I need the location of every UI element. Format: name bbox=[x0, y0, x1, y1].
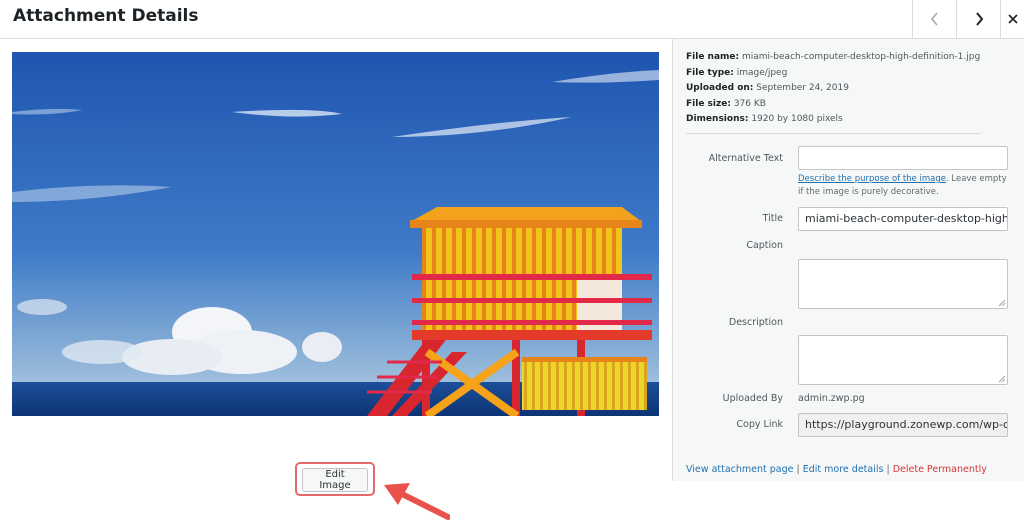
description-textarea[interactable] bbox=[798, 335, 1008, 385]
copy-link-input[interactable]: https://playground.zonewp.com/wp-co bbox=[798, 413, 1008, 437]
divider bbox=[686, 133, 981, 134]
preview-pane: Edit Image bbox=[0, 39, 672, 520]
file-size-row: File size: 376 KB bbox=[686, 98, 766, 109]
page-title: Attachment Details bbox=[13, 6, 199, 26]
dimensions: 1920 by 1080 pixels bbox=[751, 114, 843, 124]
edit-more-details-link[interactable]: Edit more details bbox=[803, 464, 884, 475]
caption-textarea[interactable] bbox=[798, 259, 1008, 309]
previous-button[interactable] bbox=[912, 0, 957, 38]
file-size: 376 KB bbox=[733, 98, 766, 109]
attachment-actions: View attachment page | Edit more details… bbox=[686, 464, 987, 475]
file-meta: File name: miami-beach-computer-desktop-… bbox=[686, 50, 980, 128]
close-icon bbox=[1008, 14, 1018, 24]
uploaded-on: September 24, 2019 bbox=[756, 83, 849, 93]
delete-permanently-link[interactable]: Delete Permanently bbox=[893, 464, 987, 475]
chevron-left-icon bbox=[930, 12, 938, 26]
file-name-row: File name: miami-beach-computer-desktop-… bbox=[686, 52, 981, 62]
file-name: miami-beach-computer-desktop-high-defini… bbox=[742, 52, 981, 62]
dimensions-row: Dimensions: 1920 by 1080 pixels bbox=[686, 114, 843, 124]
next-button[interactable] bbox=[956, 0, 1001, 38]
alt-text-label: Alternative Text bbox=[708, 153, 783, 164]
file-type: image/jpeg bbox=[736, 67, 788, 78]
copy-link-label: Copy Link bbox=[736, 419, 783, 430]
resize-grip-icon[interactable] bbox=[999, 376, 1005, 382]
attachment-image bbox=[12, 52, 659, 416]
modal-header: Attachment Details bbox=[0, 0, 1024, 39]
resize-grip-icon[interactable] bbox=[999, 300, 1005, 306]
close-button[interactable] bbox=[1000, 0, 1024, 38]
description-label: Description bbox=[728, 317, 783, 328]
details-sidebar: File name: miami-beach-computer-desktop-… bbox=[672, 39, 1024, 481]
alt-text-help: Describe the purpose of the image. Leave… bbox=[798, 174, 1007, 197]
uploaded-by-label: Uploaded By bbox=[722, 393, 783, 404]
alt-text-input[interactable] bbox=[798, 146, 1008, 170]
caption-label: Caption bbox=[746, 240, 783, 251]
pointer-arrow-icon bbox=[384, 483, 450, 520]
title-input[interactable]: miami-beach-computer-desktop-high-d bbox=[798, 207, 1008, 231]
edit-image-button[interactable]: Edit Image bbox=[302, 468, 368, 492]
uploaded-by-value: admin.zwp.pg bbox=[798, 393, 865, 404]
title-label: Title bbox=[762, 213, 783, 224]
alt-text-help-link[interactable]: Describe the purpose of the image bbox=[798, 174, 946, 184]
view-attachment-page-link[interactable]: View attachment page bbox=[686, 464, 794, 475]
file-type-row: File type: image/jpeg bbox=[686, 67, 788, 78]
chevron-right-icon bbox=[976, 12, 984, 26]
uploaded-on-row: Uploaded on: September 24, 2019 bbox=[686, 83, 849, 93]
